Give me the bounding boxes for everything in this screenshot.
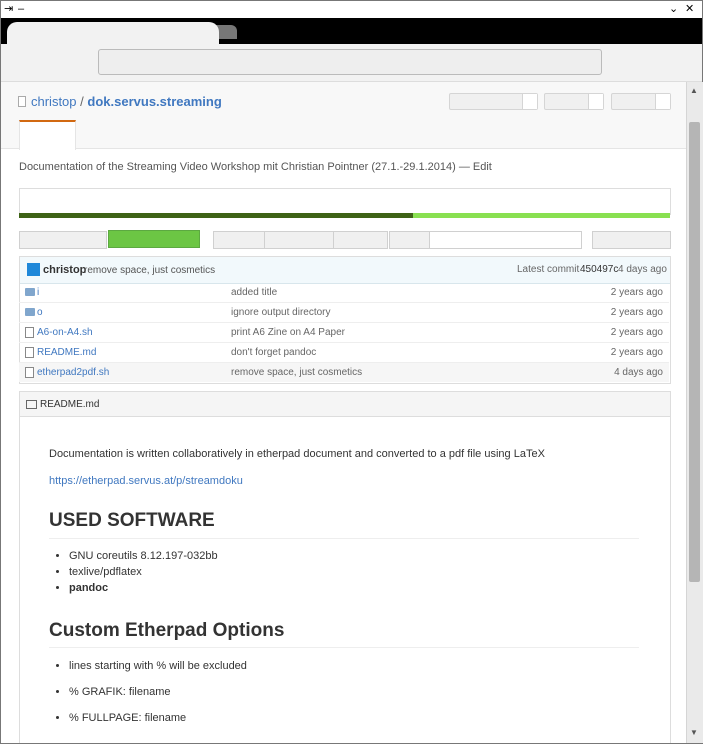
list-item: pandoc — [69, 582, 218, 594]
latest-commit-bar: christop remove space, just cosmetics La… — [20, 257, 670, 284]
file-age: 4 days ago — [614, 367, 663, 378]
scroll-down-icon[interactable]: ▼ — [690, 728, 698, 737]
chevron-down-icon[interactable]: ⌄ — [669, 2, 678, 16]
file-row: README.md don't forget pandoc 2 years ag… — [19, 343, 669, 363]
heading-divider — [49, 538, 639, 539]
page-content: christop / dok.servus.streaming Document… — [1, 82, 686, 743]
repo-description: Documentation of the Streaming Video Wor… — [19, 161, 492, 173]
star-button[interactable] — [544, 93, 604, 110]
latest-commit-label: Latest commit — [517, 264, 580, 275]
clone-protocol-button[interactable] — [389, 231, 431, 249]
repo-icon — [18, 96, 26, 107]
browser-window: ⇥ – ⌄ ✕ christop / dok.servus.streaming … — [0, 0, 703, 744]
software-list: GNU coreutils 8.12.197-032bb texlive/pdf… — [49, 550, 218, 594]
scroll-thumb[interactable] — [689, 122, 700, 582]
folder-icon — [25, 308, 35, 316]
file-age: 2 years ago — [610, 287, 663, 298]
scroll-up-icon[interactable]: ▲ — [690, 86, 698, 95]
heading-divider — [49, 647, 639, 648]
heading-etherpad-options: Custom Etherpad Options — [49, 620, 285, 641]
language-bar-shell — [19, 213, 413, 218]
file-name[interactable]: A6-on-A4.sh — [37, 327, 93, 338]
file-row: A6-on-A4.sh print A6 Zine on A4 Paper 2 … — [19, 323, 669, 343]
repo-name-link[interactable]: dok.servus.streaming — [87, 94, 221, 109]
readme-link[interactable]: https://etherpad.servus.at/p/streamdoku — [49, 475, 243, 487]
file-age: 2 years ago — [610, 327, 663, 338]
list-item: texlive/pdflatex — [69, 566, 218, 578]
file-icon — [25, 347, 34, 358]
file-age: 2 years ago — [610, 347, 663, 358]
file-name[interactable]: README.md — [37, 347, 96, 358]
fork-count — [655, 94, 670, 109]
download-zip-button[interactable] — [592, 231, 671, 249]
pin-icon[interactable]: ⇥ — [4, 2, 13, 16]
minimize-icon[interactable]: – — [18, 2, 24, 16]
file-commit-message[interactable]: added title — [231, 287, 277, 298]
repo-owner-link[interactable]: christop — [31, 94, 77, 109]
list-item: % GRAFIK: filename — [69, 686, 247, 698]
repo-path-separator: / — [80, 94, 84, 109]
file-icon — [25, 367, 34, 378]
star-count — [588, 94, 603, 109]
clone-url-input[interactable] — [429, 231, 582, 249]
list-item: lines starting with % will be excluded — [69, 660, 247, 672]
file-row: o ignore output directory 2 years ago — [19, 303, 669, 323]
title-bar: ⇥ – ⌄ ✕ — [1, 1, 702, 19]
watch-button[interactable] — [449, 93, 538, 110]
heading-used-software: USED SOFTWARE — [49, 510, 215, 531]
file-commit-message[interactable]: ignore output directory — [231, 307, 331, 318]
create-file-button[interactable] — [213, 231, 266, 249]
file-name[interactable]: etherpad2pdf.sh — [37, 367, 109, 378]
avatar[interactable] — [27, 263, 40, 276]
upload-files-button[interactable] — [264, 231, 335, 249]
repo-summary — [19, 188, 671, 215]
file-commit-message[interactable]: don't forget pandoc — [231, 347, 316, 358]
new-pull-request-button[interactable] — [108, 230, 200, 248]
address-bar[interactable] — [98, 49, 602, 75]
folder-icon — [25, 288, 35, 296]
commit-message[interactable]: remove space, just cosmetics — [84, 265, 215, 276]
commit-age: 4 days ago — [618, 264, 667, 275]
language-bar-other — [413, 213, 670, 218]
scrollbar[interactable]: ▲ ▼ — [686, 82, 703, 743]
watch-count — [522, 94, 537, 109]
list-item: GNU coreutils 8.12.197-032bb — [69, 550, 218, 562]
file-commit-message[interactable]: remove space, just cosmetics — [231, 367, 362, 378]
readme-title: README.md — [40, 399, 100, 410]
file-row: i added title 2 years ago — [19, 283, 669, 303]
list-item: % FULLPAGE: filename — [69, 712, 247, 724]
file-name[interactable]: o — [37, 307, 43, 318]
find-file-button[interactable] — [333, 231, 388, 249]
fork-button[interactable] — [611, 93, 671, 110]
tab-code[interactable] — [19, 120, 76, 150]
commit-sha[interactable]: 450497c — [580, 264, 618, 275]
commit-author[interactable]: christop — [43, 264, 86, 276]
options-list: lines starting with % will be excluded %… — [49, 660, 247, 724]
repo-header: christop / dok.servus.streaming — [1, 82, 686, 150]
file-row: etherpad2pdf.sh remove space, just cosme… — [19, 363, 669, 382]
file-age: 2 years ago — [610, 307, 663, 318]
file-name[interactable]: i — [37, 287, 39, 298]
readme-intro: Documentation is written collaboratively… — [49, 448, 545, 460]
close-icon[interactable]: ✕ — [685, 2, 694, 16]
file-commit-message[interactable]: print A6 Zine on A4 Paper — [231, 327, 345, 338]
file-icon — [25, 327, 34, 338]
readme-header: README.md — [20, 392, 670, 417]
branch-select[interactable] — [19, 231, 107, 249]
book-icon — [26, 400, 37, 409]
